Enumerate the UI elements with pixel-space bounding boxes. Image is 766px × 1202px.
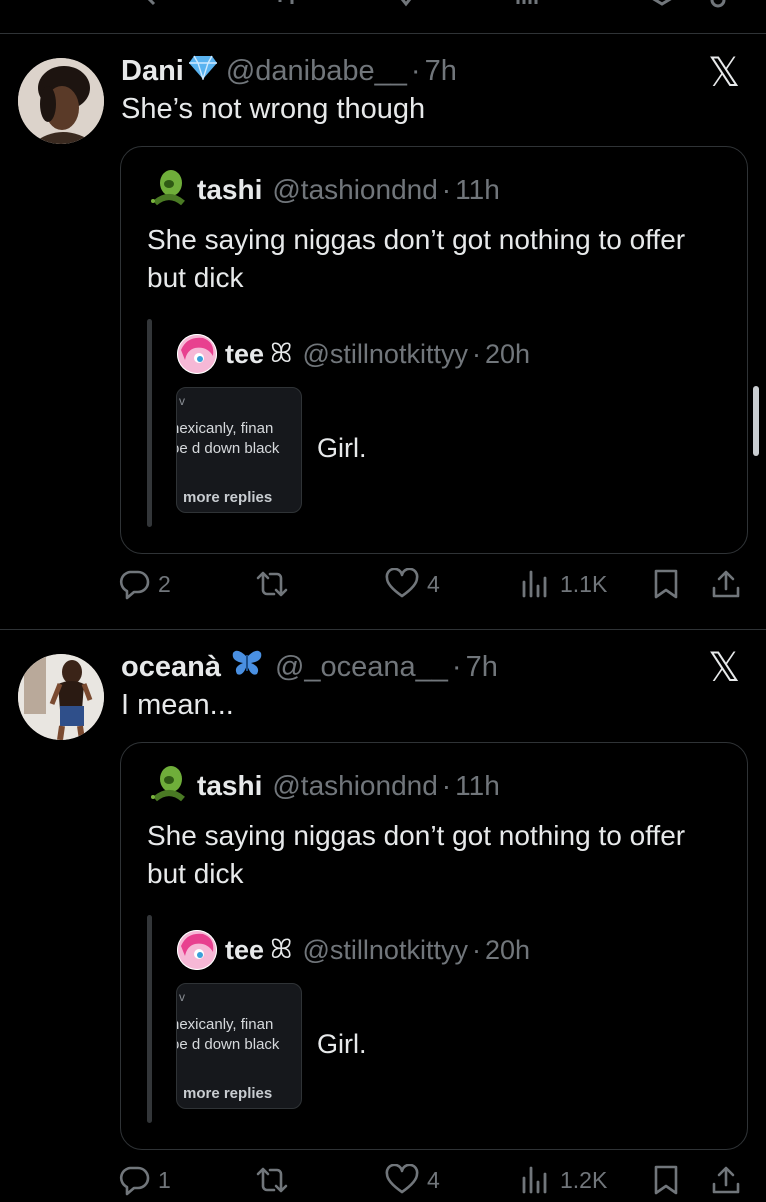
nested-text: Girl. (317, 1029, 367, 1059)
screenshot-footer: more replies (183, 489, 273, 506)
screenshot-thumbnail[interactable]: v nexicanly, finan oe d down black more … (176, 983, 302, 1109)
thread-line (147, 915, 152, 1123)
bookmark-button[interactable] (652, 1164, 680, 1196)
bookmark-icon (654, 569, 678, 599)
screenshot-line: nexicanly, finan (176, 1016, 274, 1033)
views-icon (522, 570, 547, 598)
screenshot-thumbnail[interactable]: v nexicanly, finan oe d down black more … (176, 387, 302, 513)
quote-avatar-icon (147, 166, 187, 207)
screenshot-line: oe d down black (176, 440, 280, 457)
nested-text: Girl. (317, 433, 367, 463)
separator-dot: · (441, 770, 452, 801)
views-button[interactable]: 1.2K (520, 1164, 607, 1196)
share-icon (712, 570, 740, 598)
separator-dot: · (471, 338, 481, 369)
author-handle[interactable]: @danibabe__ (226, 55, 407, 88)
avatar[interactable] (18, 654, 104, 740)
reply-icon (119, 570, 150, 600)
quote-avatar-icon (147, 762, 187, 803)
share-button[interactable] (710, 1164, 742, 1196)
x-logo-icon[interactable]: 𝕏 (708, 645, 740, 691)
quote-author-name[interactable]: tashi (197, 174, 262, 206)
view-count: 1.1K (560, 570, 608, 597)
nested-author-name[interactable]: tee (225, 339, 264, 370)
author-name[interactable]: oceanà (121, 651, 221, 684)
quote-author-handle[interactable]: @tashiondnd (272, 174, 437, 206)
like-button[interactable]: 4 (385, 568, 440, 600)
nested-author-handle[interactable]: @stillnotkittyy (303, 339, 468, 370)
view-count: 1.2K (560, 1166, 608, 1193)
screenshot-corner-text: v (179, 990, 185, 1004)
butterfly-badge-icon (231, 649, 263, 685)
avatar[interactable] (18, 58, 104, 144)
previous-post-actions-icon[interactable] (140, 0, 740, 10)
screenshot-corner-text: v (179, 394, 185, 408)
screenshot-line: nexicanly, finan (176, 420, 274, 437)
separator-dot: · (441, 174, 452, 205)
divider (0, 33, 766, 34)
repost-button[interactable] (254, 568, 290, 600)
x-logo-icon[interactable]: 𝕏 (708, 50, 740, 96)
nested-author-handle[interactable]: @stillnotkittyy (303, 935, 468, 966)
previous-post-action-row (0, 0, 766, 10)
diamond-badge-icon (188, 54, 218, 88)
quote-avatar (147, 762, 187, 810)
share-button[interactable] (710, 568, 742, 600)
repost-button[interactable] (254, 1164, 290, 1196)
quote-author-handle[interactable]: @tashiondnd (272, 770, 437, 802)
nested-author-name[interactable]: tee (225, 935, 264, 966)
like-icon (385, 1164, 419, 1194)
avatar-image (18, 58, 104, 144)
post-text: She’s not wrong though (121, 93, 426, 125)
scrollbar[interactable] (753, 386, 759, 456)
bookmark-icon (654, 1165, 678, 1195)
separator-dot: · (410, 54, 421, 87)
flower-symbol: ꕤ (270, 338, 293, 368)
reply-button[interactable]: 2 (118, 568, 171, 600)
nested-avatar (177, 334, 217, 374)
action-row: 1 4 1.2K (118, 1162, 748, 1202)
author-name[interactable]: Dani (121, 55, 184, 88)
share-icon (712, 1166, 740, 1194)
divider (0, 629, 766, 630)
author-handle[interactable]: @_oceana__ (275, 651, 448, 684)
quote-text: She saying niggas don’t got nothing to o… (147, 820, 686, 889)
separator-dot: · (451, 650, 462, 683)
avatar-image (18, 654, 104, 740)
post-time[interactable]: 7h (425, 55, 457, 88)
post-time[interactable]: 7h (466, 651, 498, 684)
quote-card[interactable]: tashi @tashiondnd · 11h She saying nigga… (120, 742, 748, 1150)
screenshot-line: oe d down black (176, 1036, 280, 1053)
quote-time[interactable]: 11h (455, 770, 500, 802)
like-icon (385, 568, 419, 598)
like-button[interactable]: 4 (385, 1164, 440, 1196)
nested-time[interactable]: 20h (485, 339, 530, 370)
like-count: 4 (427, 570, 440, 597)
quote-time[interactable]: 11h (455, 174, 500, 206)
reply-icon (119, 1166, 150, 1196)
repost-icon (256, 571, 288, 597)
like-count: 4 (427, 1166, 440, 1193)
views-icon (522, 1166, 547, 1194)
post-text: I mean... (121, 689, 234, 721)
reply-count: 2 (158, 570, 171, 597)
reply-count: 1 (158, 1166, 171, 1193)
screenshot-footer: more replies (183, 1085, 273, 1102)
flower-symbol: ꕤ (270, 934, 293, 964)
quote-text: She saying niggas don’t got nothing to o… (147, 224, 686, 293)
bookmark-button[interactable] (652, 568, 680, 600)
quote-card[interactable]: tashi @tashiondnd · 11h She saying nigga… (120, 146, 748, 554)
pony-avatar-icon (177, 334, 217, 374)
views-button[interactable]: 1.1K (520, 568, 607, 600)
nested-time[interactable]: 20h (485, 935, 530, 966)
quote-author-name[interactable]: tashi (197, 770, 262, 802)
repost-icon (256, 1167, 288, 1193)
separator-dot: · (471, 934, 481, 965)
nested-avatar (177, 930, 217, 970)
reply-button[interactable]: 1 (118, 1164, 171, 1196)
action-row: 2 4 1.1K (118, 566, 748, 606)
quote-avatar (147, 166, 187, 214)
thread-line (147, 319, 152, 527)
pony-avatar-icon (177, 930, 217, 970)
